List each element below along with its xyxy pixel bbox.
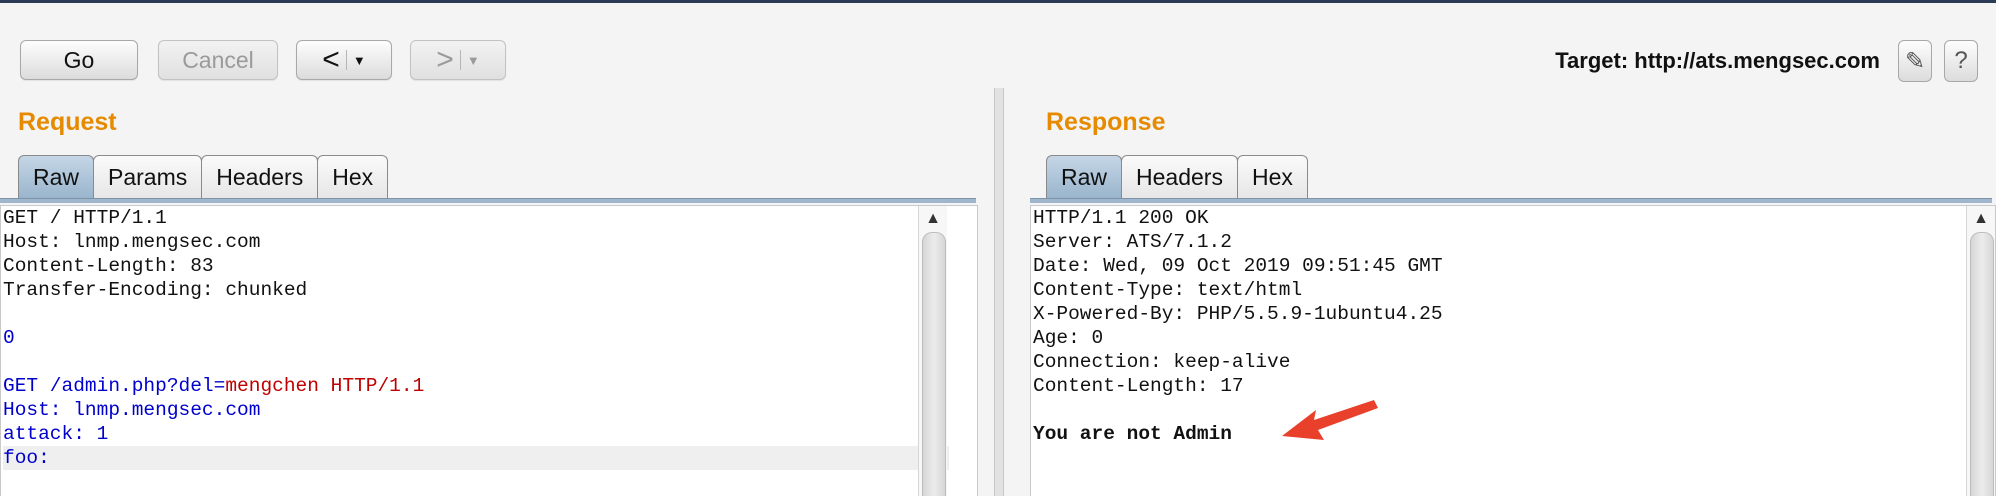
response-line [1033,398,1443,422]
response-line: Connection: keep-alive [1033,351,1291,373]
response-title: Response [1046,108,1166,136]
scroll-thumb[interactable] [1970,232,1994,496]
cancel-label: Cancel [182,46,254,73]
request-scrollbar[interactable]: ▲ [918,206,947,496]
request-line [3,302,949,326]
tab-label: Raw [33,164,80,190]
request-line: Content-Length: 83 [3,255,214,277]
tab-label: Raw [1061,164,1108,190]
back-button[interactable]: < ▼ [296,40,392,80]
button-separator [345,50,347,70]
request-tab-params[interactable]: Params [93,155,203,199]
back-arrow-icon: < [322,43,340,76]
response-tab-hex[interactable]: Hex [1236,155,1308,199]
request-line: Transfer-Encoding: chunked [3,279,308,301]
request-panel: Request Raw Params Headers Hex GET / HTT… [0,85,978,496]
go-label: Go [63,46,95,73]
response-line: Content-Length: 17 [1033,375,1244,397]
request-title: Request [18,108,117,136]
request-tabs: Raw Params Headers Hex [18,155,389,199]
response-line: Date: Wed, 09 Oct 2019 09:51:45 GMT [1033,255,1443,277]
request-tab-hex[interactable]: Hex [317,155,389,199]
scroll-up-arrow-icon[interactable]: ▲ [1971,210,1991,230]
response-line: HTTP/1.1 200 OK [1033,207,1209,229]
response-tab-headers[interactable]: Headers [1121,155,1238,199]
request-editor[interactable]: GET / HTTP/1.1 Host: lnmp.mengsec.com Co… [0,205,978,496]
request-tab-raw[interactable]: Raw [18,155,95,199]
response-lines: HTTP/1.1 200 OK Server: ATS/7.1.2 Date: … [1033,206,1443,446]
response-body: You are not Admin [1033,423,1232,445]
request-line: Host: lnmp.mengsec.com [3,399,261,421]
scroll-up-arrow-icon[interactable]: ▲ [923,210,943,230]
response-tabs: Raw Headers Hex [1046,155,1308,199]
scroll-thumb[interactable] [922,232,946,496]
request-path: GET /admin.php?del= [3,375,226,397]
tab-label: Params [108,164,188,190]
tab-underline [0,198,976,203]
forward-button[interactable]: > ▼ [410,40,506,80]
request-lines: GET / HTTP/1.1 Host: lnmp.mengsec.com Co… [3,206,949,470]
response-line: Server: ATS/7.1.2 [1033,231,1232,253]
response-panel: Response Raw Headers Hex HTTP/1.1 200 OK… [1030,85,1996,496]
request-line [3,350,949,374]
response-line: Content-Type: text/html [1033,279,1303,301]
response-line: Age: 0 [1033,327,1104,349]
request-line-smuggled: GET /admin.php?del=mengchen HTTP/1.1 [3,374,949,398]
request-line: GET / HTTP/1.1 [3,207,167,229]
help-icon: ? [1954,47,1968,74]
tab-label: Headers [216,164,304,190]
red-arrow-icon [1282,400,1378,440]
response-line: X-Powered-By: PHP/5.5.9-1ubuntu4.25 [1033,303,1443,325]
arrow-shape [1282,400,1378,440]
request-tab-headers[interactable]: Headers [201,155,319,199]
response-tab-raw[interactable]: Raw [1046,155,1123,199]
response-scrollbar[interactable]: ▲ [1966,206,1995,496]
back-dropdown-icon[interactable]: ▼ [353,53,366,68]
target-label[interactable]: Target: http://ats.mengsec.com [1555,48,1880,74]
pencil-icon: ✎ [1904,47,1926,75]
request-line-current: foo: [3,446,949,470]
response-editor[interactable]: HTTP/1.1 200 OK Server: ATS/7.1.2 Date: … [1030,205,1996,496]
http-version: HTTP/1.1 [318,375,425,397]
help-button[interactable]: ? [1944,40,1978,82]
tab-label: Headers [1136,164,1223,190]
edit-target-button[interactable]: ✎ [1898,40,1932,82]
go-button[interactable]: Go [20,40,138,80]
request-line: 0 [3,327,15,349]
forward-arrow-icon: > [436,43,454,76]
request-line: Host: lnmp.mengsec.com [3,231,261,253]
toolbar: Go Cancel < ▼ > ▼ Target: http://ats.men… [0,3,1996,85]
tab-label: Hex [1251,164,1293,190]
request-line: attack: 1 [3,423,109,445]
split-pane-divider[interactable] [994,88,1004,496]
forward-dropdown-icon[interactable]: ▼ [467,53,480,68]
button-separator [459,50,461,70]
cancel-button[interactable]: Cancel [158,40,278,80]
param-value: mengchen [225,375,319,397]
tab-label: Hex [332,164,374,190]
tab-underline [1030,198,1992,203]
